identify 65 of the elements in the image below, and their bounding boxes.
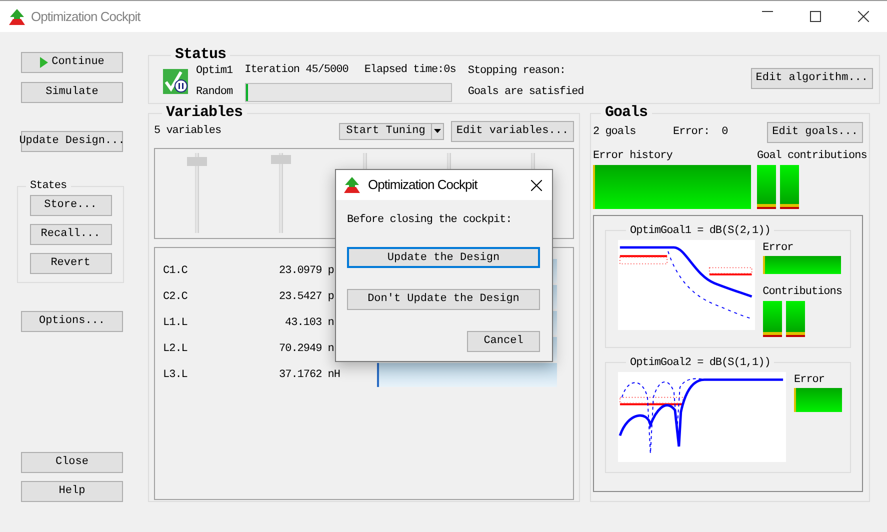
variable-name: C2.C (163, 290, 188, 305)
slider-thumb[interactable] (271, 155, 291, 164)
edit-goals-button[interactable]: Edit goals... (767, 122, 863, 142)
button[interactable]: Don't Update the Design (347, 288, 540, 310)
group-title: Goals (604, 106, 649, 120)
goal-contributions-label: Contributions (762, 285, 842, 300)
edit-variables-button[interactable]: Edit variables... (451, 120, 574, 142)
variable-count: 5 variables (154, 124, 222, 139)
button[interactable]: Update Design... (21, 131, 123, 152)
dialog-message: Before closing the cockpit: (347, 213, 513, 228)
button[interactable]: Recall... (30, 224, 112, 245)
button[interactable]: Revert (30, 253, 112, 274)
variable-value: 23.0979 p (278, 264, 335, 279)
button[interactable]: Update the Design (347, 246, 540, 268)
app-logo-icon (344, 177, 360, 193)
iteration-count: Iteration 45/5000 (244, 63, 348, 78)
goal-title: OptimGoal1 = dB(S(2,1)) (629, 224, 772, 238)
variable-name: L2.L (163, 342, 188, 357)
close-icon[interactable] (531, 180, 542, 190)
options-button[interactable]: Options... (21, 311, 123, 332)
optimizer-status-icon (163, 69, 188, 94)
elapsed-time: Elapsed time:0s (364, 63, 456, 78)
play-icon (40, 57, 48, 68)
group-title: Status (174, 48, 228, 62)
cancel-button[interactable]: Cancel (467, 330, 540, 352)
error-value: 0 (722, 124, 728, 140)
contribution-bar (786, 300, 805, 336)
maximize-icon[interactable] (810, 11, 820, 22)
variable-name: C1.C (163, 264, 188, 279)
group-title: States (29, 179, 68, 193)
contribution-bar (762, 300, 782, 336)
history-label: Error history (593, 149, 674, 164)
goal-error-label: Error (762, 240, 794, 256)
minimize-icon[interactable] (762, 11, 772, 12)
button[interactable]: Help (21, 481, 123, 502)
edit-algorithm-button[interactable]: Edit algorithm... (750, 68, 873, 90)
goal-error-label: Error (794, 372, 826, 388)
dialog-title: Optimization Cockpit (368, 176, 478, 194)
slider-thumb[interactable] (187, 156, 207, 166)
contribution-bar (757, 164, 776, 208)
optimizer-method: Random (196, 84, 233, 100)
contribution-bar (780, 164, 799, 208)
button[interactable]: Store... (30, 195, 112, 216)
variable-name: L1.L (163, 316, 188, 331)
variable-value: 37.1762 nH (278, 368, 342, 383)
variable-value: 70.2949 n (278, 342, 335, 357)
variable-value: 43.103 n (284, 316, 335, 331)
button[interactable]: Simulate (21, 82, 123, 103)
goal-title: OptimGoal2 = dB(S(1,1)) (629, 356, 772, 370)
start-tuning-button[interactable]: Start Tuning (339, 122, 444, 140)
goal-error-bar (794, 388, 842, 412)
stopping-label: Stopping reason: (468, 64, 566, 80)
dropdown-caret-icon[interactable] (434, 129, 442, 133)
optimizer-name: Optim1 (196, 64, 233, 80)
contributions-label: Goal contributions (757, 149, 867, 164)
variable-name: L3.L (163, 368, 188, 383)
error-label: Error: (673, 124, 710, 140)
app-logo-icon (9, 8, 25, 24)
window-title: Optimization Cockpit (31, 8, 140, 26)
group-title: Variables (165, 106, 244, 120)
goal-count: 2 goals (593, 124, 637, 140)
stopping-reason: Goals are satisfied (468, 84, 584, 100)
button[interactable]: Continue (21, 52, 123, 73)
button[interactable]: Close (21, 452, 123, 473)
close-icon[interactable] (858, 11, 868, 22)
